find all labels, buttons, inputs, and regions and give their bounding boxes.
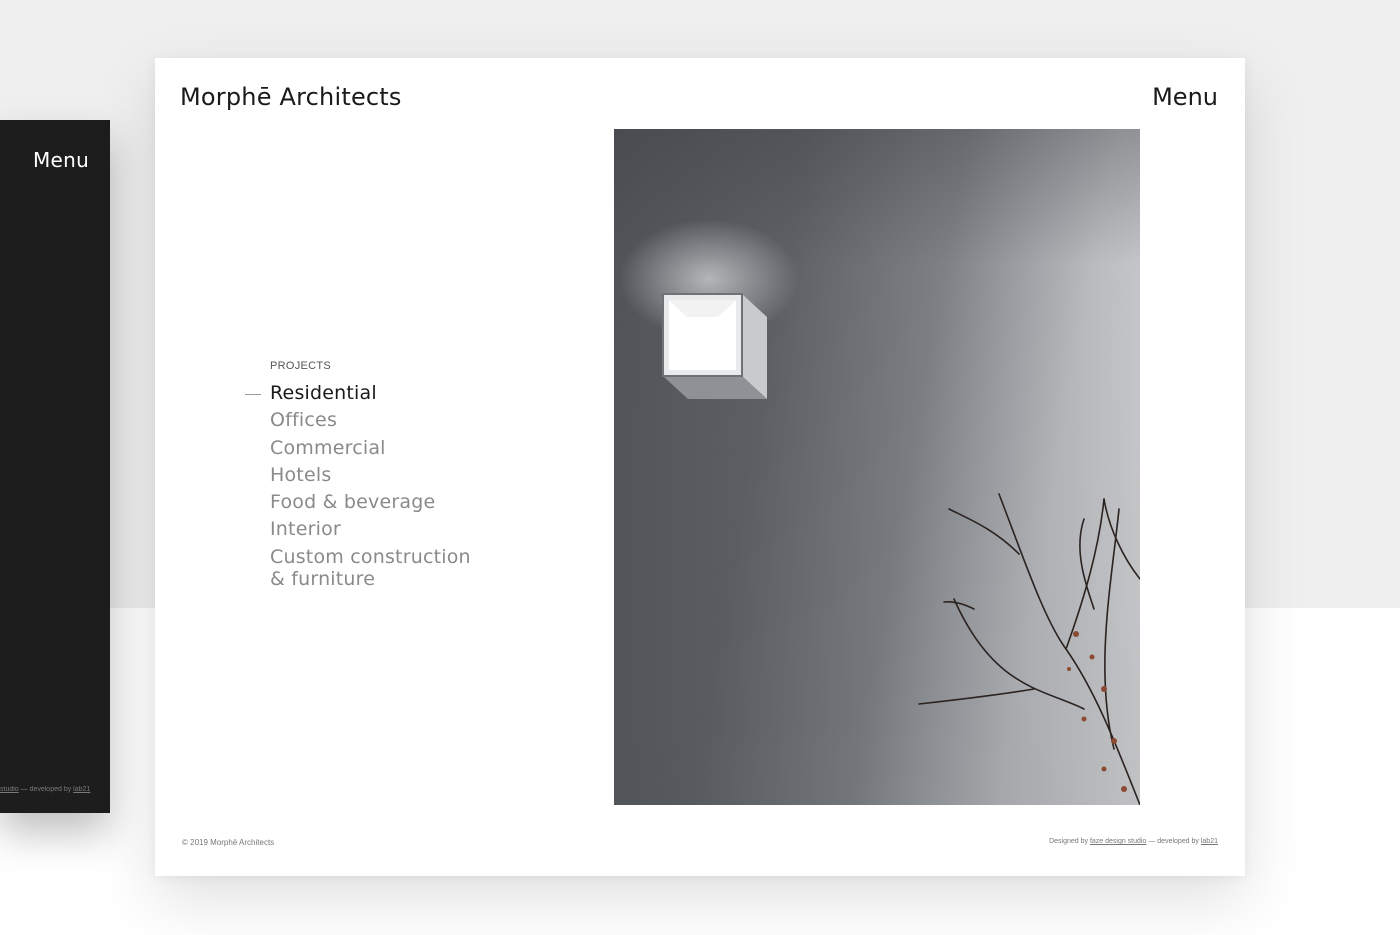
side-panel-designer-link[interactable]: studio <box>0 786 19 793</box>
menu-button[interactable]: Menu <box>1152 83 1218 111</box>
nav-item-offices[interactable]: Offices <box>270 409 471 432</box>
featured-project-image <box>614 129 1140 805</box>
active-indicator-dash <box>245 394 261 395</box>
credits-designed-text: Designed by <box>1049 838 1090 845</box>
projects-nav: Residential Offices Commercial Hotels Fo… <box>245 382 471 596</box>
side-panel-developer-link[interactable]: lab21 <box>73 786 90 793</box>
side-panel-footer: studio — developed by lab21 <box>0 786 110 793</box>
nav-item-commercial[interactable]: Commercial <box>270 437 471 460</box>
wall-lamp-photo-illustration <box>614 129 1140 805</box>
developer-link[interactable]: lab21 <box>1201 838 1218 845</box>
nav-item-label: Commercial <box>270 436 386 459</box>
side-panel-footer-text: — developed by <box>18 786 74 793</box>
nav-item-label: Residential <box>270 382 377 404</box>
credits-developed-text: — developed by <box>1146 838 1201 845</box>
nav-item-label: Hotels <box>270 463 332 486</box>
nav-item-label-line1: Custom construction <box>270 545 471 568</box>
side-panel-menu-link[interactable]: Menu <box>33 148 89 172</box>
credits: Designed by faze design studio — develop… <box>1049 838 1218 845</box>
side-panel <box>0 120 110 813</box>
nav-item-interior[interactable]: Interior <box>270 518 471 541</box>
nav-item-label: Food & beverage <box>270 491 436 514</box>
designer-link[interactable]: faze design studio <box>1090 838 1146 845</box>
nav-item-hotels[interactable]: Hotels <box>270 464 471 487</box>
nav-item-label-line2: & furniture <box>270 568 376 591</box>
nav-item-residential[interactable]: Residential <box>245 382 471 405</box>
copyright-text: © 2019 Morphē Architects <box>182 838 275 847</box>
nav-item-custom-construction[interactable]: Custom construction & furniture <box>270 546 471 591</box>
nav-item-food-beverage[interactable]: Food & beverage <box>270 491 471 514</box>
nav-item-label: Interior <box>270 518 341 541</box>
projects-section-label: PROJECTS <box>270 360 332 372</box>
brand-logo[interactable]: Morphē Architects <box>180 83 402 111</box>
page-card: Morphē Architects Menu PROJECTS Resident… <box>155 58 1245 876</box>
nav-item-label: Offices <box>270 409 338 432</box>
